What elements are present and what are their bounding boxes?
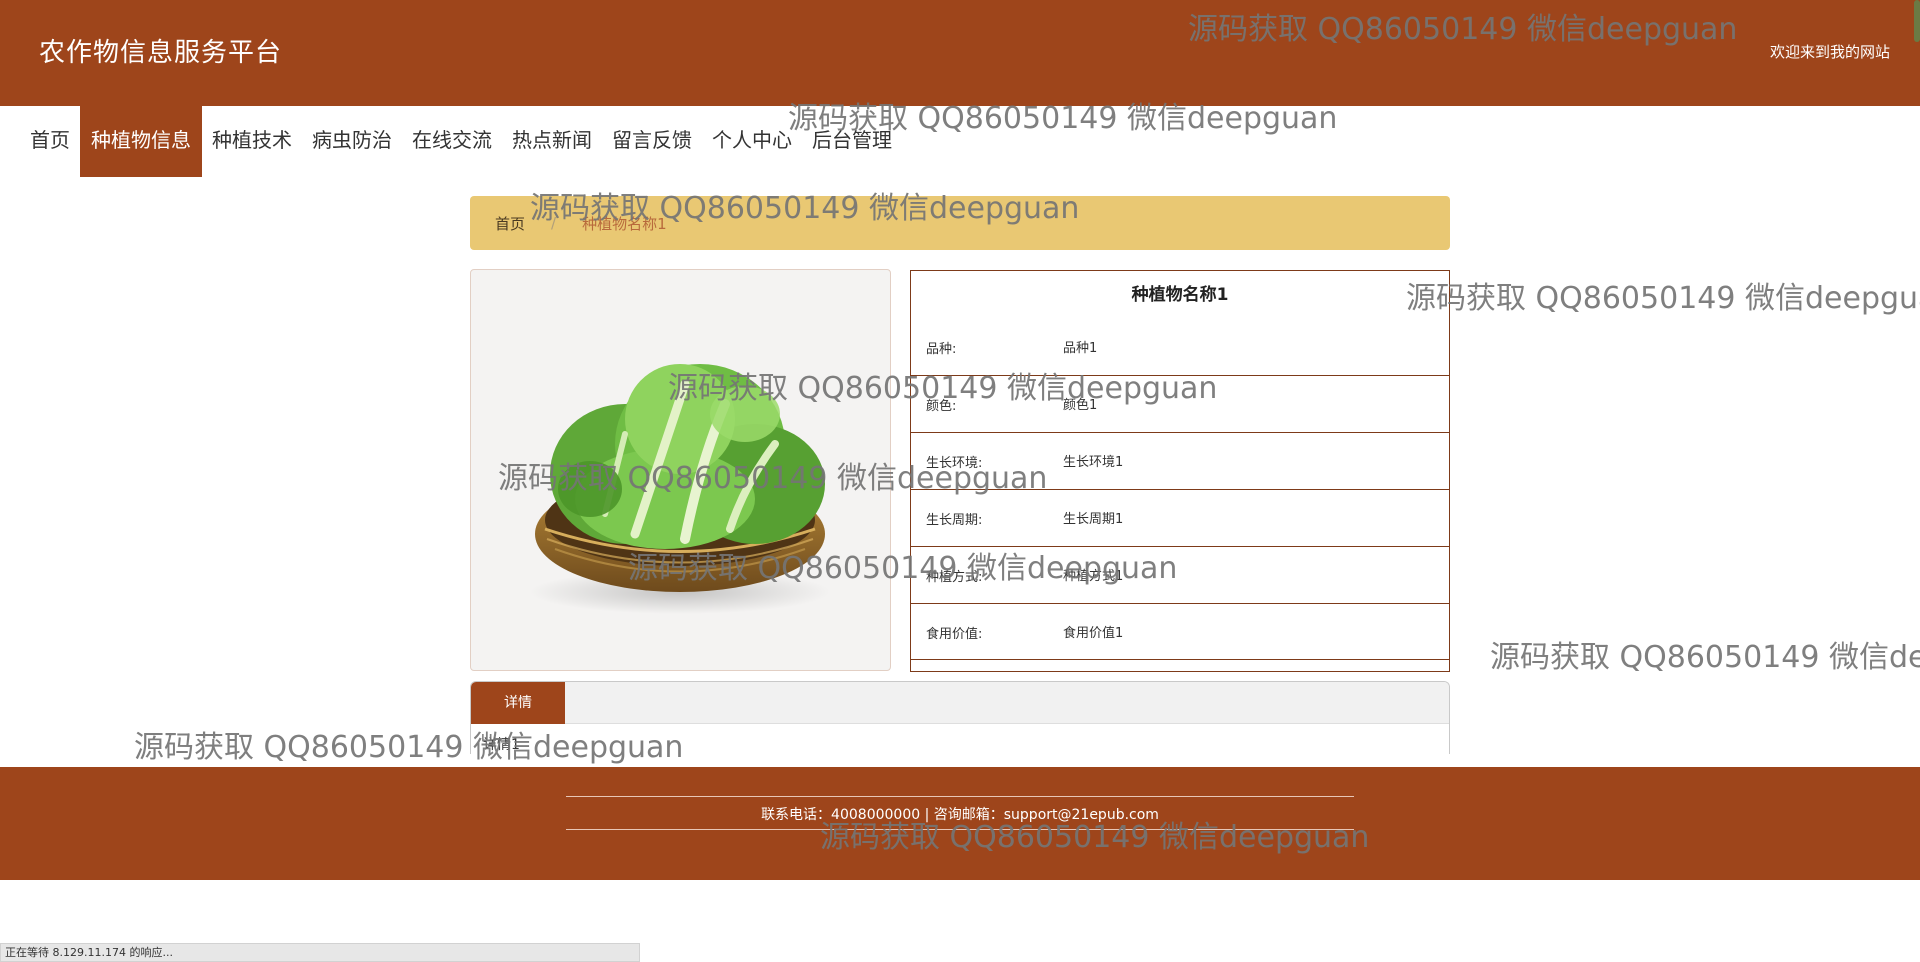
site-footer: 联系电话：4008000000 | 咨询邮箱：support@21epub.co… <box>0 767 1920 880</box>
info-value: 颜色1 <box>1063 398 1098 413</box>
watermark: 源码获取 QQ86050149 微信deepguan <box>1406 281 1920 316</box>
info-value: 种植方式1 <box>1063 569 1124 584</box>
nav-item-admin[interactable]: 后台管理 <box>802 106 902 177</box>
nav-item-home[interactable]: 首页 <box>0 106 80 177</box>
lettuce-basket-image <box>530 364 830 614</box>
nav-item-plant-info[interactable]: 种植物信息 <box>80 106 202 177</box>
main-nav: 首页 种植物信息 种植技术 病虫防治 在线交流 热点新闻 留言反馈 个人中心 后… <box>0 106 902 177</box>
detail-tabs: 详情 详情1 <box>470 681 1450 754</box>
info-row-cycle: 生长周期: 生长周期1 <box>911 490 1449 547</box>
scrollbar-thumb[interactable] <box>1914 0 1920 42</box>
footer-divider-top <box>566 796 1354 797</box>
info-label: 品种: <box>926 342 957 357</box>
nav-item-pest-control[interactable]: 病虫防治 <box>302 106 402 177</box>
product-image <box>470 269 891 671</box>
info-label: 颜色: <box>926 399 957 414</box>
site-title[interactable]: 农作物信息服务平台 <box>39 32 282 69</box>
tab-detail[interactable]: 详情 <box>471 682 565 724</box>
info-row-value: 食用价值: 食用价值1 <box>911 604 1449 660</box>
site-header: 农作物信息服务平台 欢迎来到我的网站 <box>0 0 1920 106</box>
info-row-variety: 品种: 品种1 <box>911 319 1449 376</box>
nav-item-user-center[interactable]: 个人中心 <box>702 106 802 177</box>
nav-item-feedback[interactable]: 留言反馈 <box>602 106 702 177</box>
welcome-text: 欢迎来到我的网站 <box>1769 43 1890 61</box>
info-row-method: 种植方式: 种植方式1 <box>911 547 1449 604</box>
watermark: 源码获取 QQ86050149 微信deepguan <box>1490 640 1920 675</box>
info-row-environment: 生长环境: 生长环境1 <box>911 433 1449 490</box>
info-label: 生长环境: <box>926 456 983 471</box>
info-row-color: 颜色: 颜色1 <box>911 376 1449 433</box>
info-value: 品种1 <box>1063 341 1098 356</box>
tab-content: 详情1 <box>471 724 1449 754</box>
browser-status-bar: 正在等待 8.129.11.174 的响应... <box>0 943 640 962</box>
tab-bar: 详情 <box>471 682 1449 724</box>
product-info-panel: 种植物名称1 品种: 品种1 颜色: 颜色1 生长环境: 生长环境1 生长周期:… <box>910 270 1450 672</box>
nav-item-planting-tech[interactable]: 种植技术 <box>202 106 302 177</box>
breadcrumb-separator: / <box>551 214 557 232</box>
info-value: 生长周期1 <box>1063 512 1124 527</box>
breadcrumb-home-link[interactable]: 首页 <box>495 213 525 234</box>
footer-divider-bottom <box>566 829 1354 830</box>
nav-item-hot-news[interactable]: 热点新闻 <box>502 106 602 177</box>
info-value: 生长环境1 <box>1063 455 1124 470</box>
info-label: 食用价值: <box>926 627 983 642</box>
info-label: 生长周期: <box>926 513 983 528</box>
nav-item-online-chat[interactable]: 在线交流 <box>402 106 502 177</box>
info-label: 种植方式: <box>926 570 983 585</box>
info-value: 食用价值1 <box>1063 626 1124 641</box>
product-name: 种植物名称1 <box>1131 285 1229 305</box>
breadcrumb-current: 种植物名称1 <box>582 214 667 233</box>
footer-contact: 联系电话：4008000000 | 咨询邮箱：support@21epub.co… <box>761 807 1159 823</box>
breadcrumb: 首页 / 种植物名称1 <box>470 196 1450 250</box>
